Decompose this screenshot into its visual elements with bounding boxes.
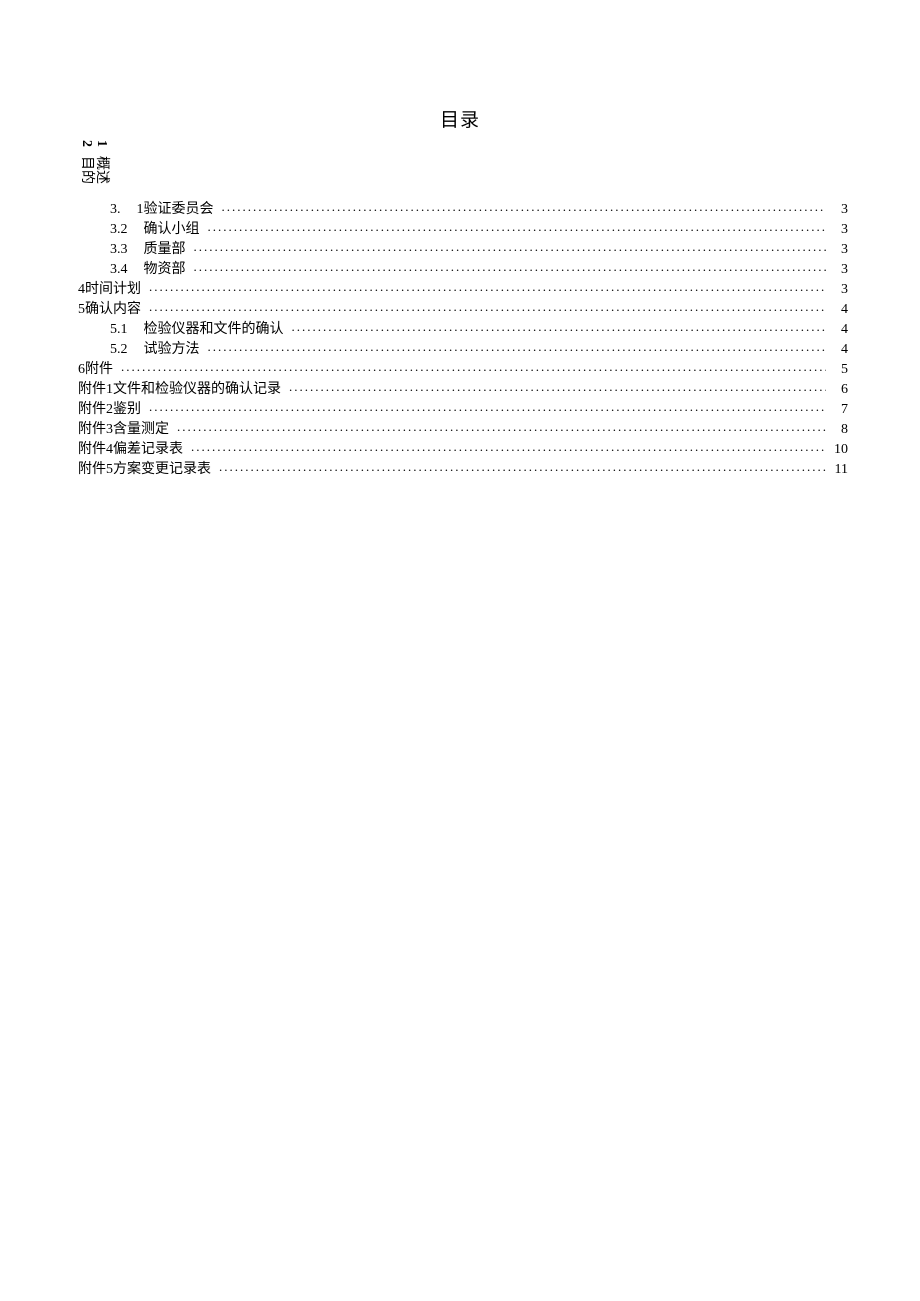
toc-leader (219, 459, 826, 473)
toc-page: 3 (830, 262, 848, 278)
toc-entry: 3.4 物资部 3 (78, 258, 848, 278)
toc-page: 3 (830, 222, 848, 238)
toc-leader (194, 239, 827, 253)
toc-entry: 4时间计划 3 (78, 278, 848, 298)
rotated-num: 1 (94, 140, 108, 152)
toc-text: 检验仪器和文件的确认 (144, 318, 284, 338)
toc-number: 3.3 (110, 242, 128, 258)
toc-leader (149, 399, 826, 413)
toc-text: 5确认内容 (78, 298, 141, 318)
toc-page: 5 (830, 362, 848, 378)
toc-page: 11 (830, 462, 848, 478)
toc-leader (194, 259, 827, 273)
toc-text: 物资部 (144, 258, 186, 278)
rotated-text: 概述 (94, 156, 108, 184)
table-of-contents: 3. 1验证委员会 3 3.2 确认小组 3 3.3 质量部 3 3.4 物资部… (78, 198, 848, 478)
toc-page: 3 (830, 242, 848, 258)
rotated-row: 1 概述 (94, 140, 108, 184)
toc-text: 附件2鉴别 (78, 398, 141, 418)
toc-page: 3 (830, 282, 848, 298)
toc-entry: 5确认内容 4 (78, 298, 848, 318)
toc-number: 5.1 (110, 322, 128, 338)
toc-text: 附件4偏差记录表 (78, 438, 183, 458)
toc-number: 5.2 (110, 342, 128, 358)
toc-text: 附件1文件和检验仪器的确认记录 (78, 378, 281, 398)
toc-leader (177, 419, 826, 433)
toc-page: 4 (830, 342, 848, 358)
document-page: 目录 1 概述 2 目的 3. 1验证委员会 3 3.2 确认小组 3 3.3 … (0, 0, 920, 1301)
toc-leader (208, 219, 827, 233)
toc-leader (149, 299, 826, 313)
rotated-num: 2 (79, 140, 93, 152)
toc-leader (289, 379, 826, 393)
toc-leader (208, 339, 827, 353)
toc-page: 4 (830, 322, 848, 338)
toc-number: 3.4 (110, 262, 128, 278)
toc-page: 3 (830, 202, 848, 218)
rotated-row: 2 目的 (79, 140, 93, 184)
rotated-toc-header: 1 概述 2 目的 (79, 140, 108, 184)
toc-leader (149, 279, 826, 293)
toc-text: 附件5方案变更记录表 (78, 458, 211, 478)
toc-page: 4 (830, 302, 848, 318)
toc-text: 质量部 (144, 238, 186, 258)
toc-page: 6 (830, 382, 848, 398)
toc-text: 6附件 (78, 358, 113, 378)
toc-page: 10 (830, 442, 848, 458)
toc-page: 7 (830, 402, 848, 418)
toc-number: 3.2 (110, 222, 128, 238)
toc-entry: 附件4偏差记录表 10 (78, 438, 848, 458)
toc-text: 附件3含量测定 (78, 418, 169, 438)
toc-entry: 6附件 5 (78, 358, 848, 378)
toc-entry: 3.2 确认小组 3 (78, 218, 848, 238)
toc-entry: 附件5方案变更记录表 11 (78, 458, 848, 478)
toc-text: 确认小组 (144, 218, 200, 238)
toc-entry: 3.3 质量部 3 (78, 238, 848, 258)
toc-leader (121, 359, 826, 373)
toc-entry: 附件2鉴别 7 (78, 398, 848, 418)
toc-text: 4时间计划 (78, 278, 141, 298)
toc-leader (222, 199, 827, 213)
toc-leader (191, 439, 826, 453)
toc-number: 3. (110, 202, 121, 218)
page-title: 目录 (0, 105, 920, 132)
toc-entry: 5.1 检验仪器和文件的确认 4 (78, 318, 848, 338)
toc-text: 试验方法 (144, 338, 200, 358)
toc-entry: 附件3含量测定 8 (78, 418, 848, 438)
toc-entry: 5.2 试验方法 4 (78, 338, 848, 358)
toc-page: 8 (830, 422, 848, 438)
toc-entry: 附件1文件和检验仪器的确认记录 6 (78, 378, 848, 398)
rotated-text: 目的 (79, 156, 93, 184)
toc-leader (292, 319, 827, 333)
toc-entry: 3. 1验证委员会 3 (78, 198, 848, 218)
toc-text: 1验证委员会 (137, 198, 214, 218)
